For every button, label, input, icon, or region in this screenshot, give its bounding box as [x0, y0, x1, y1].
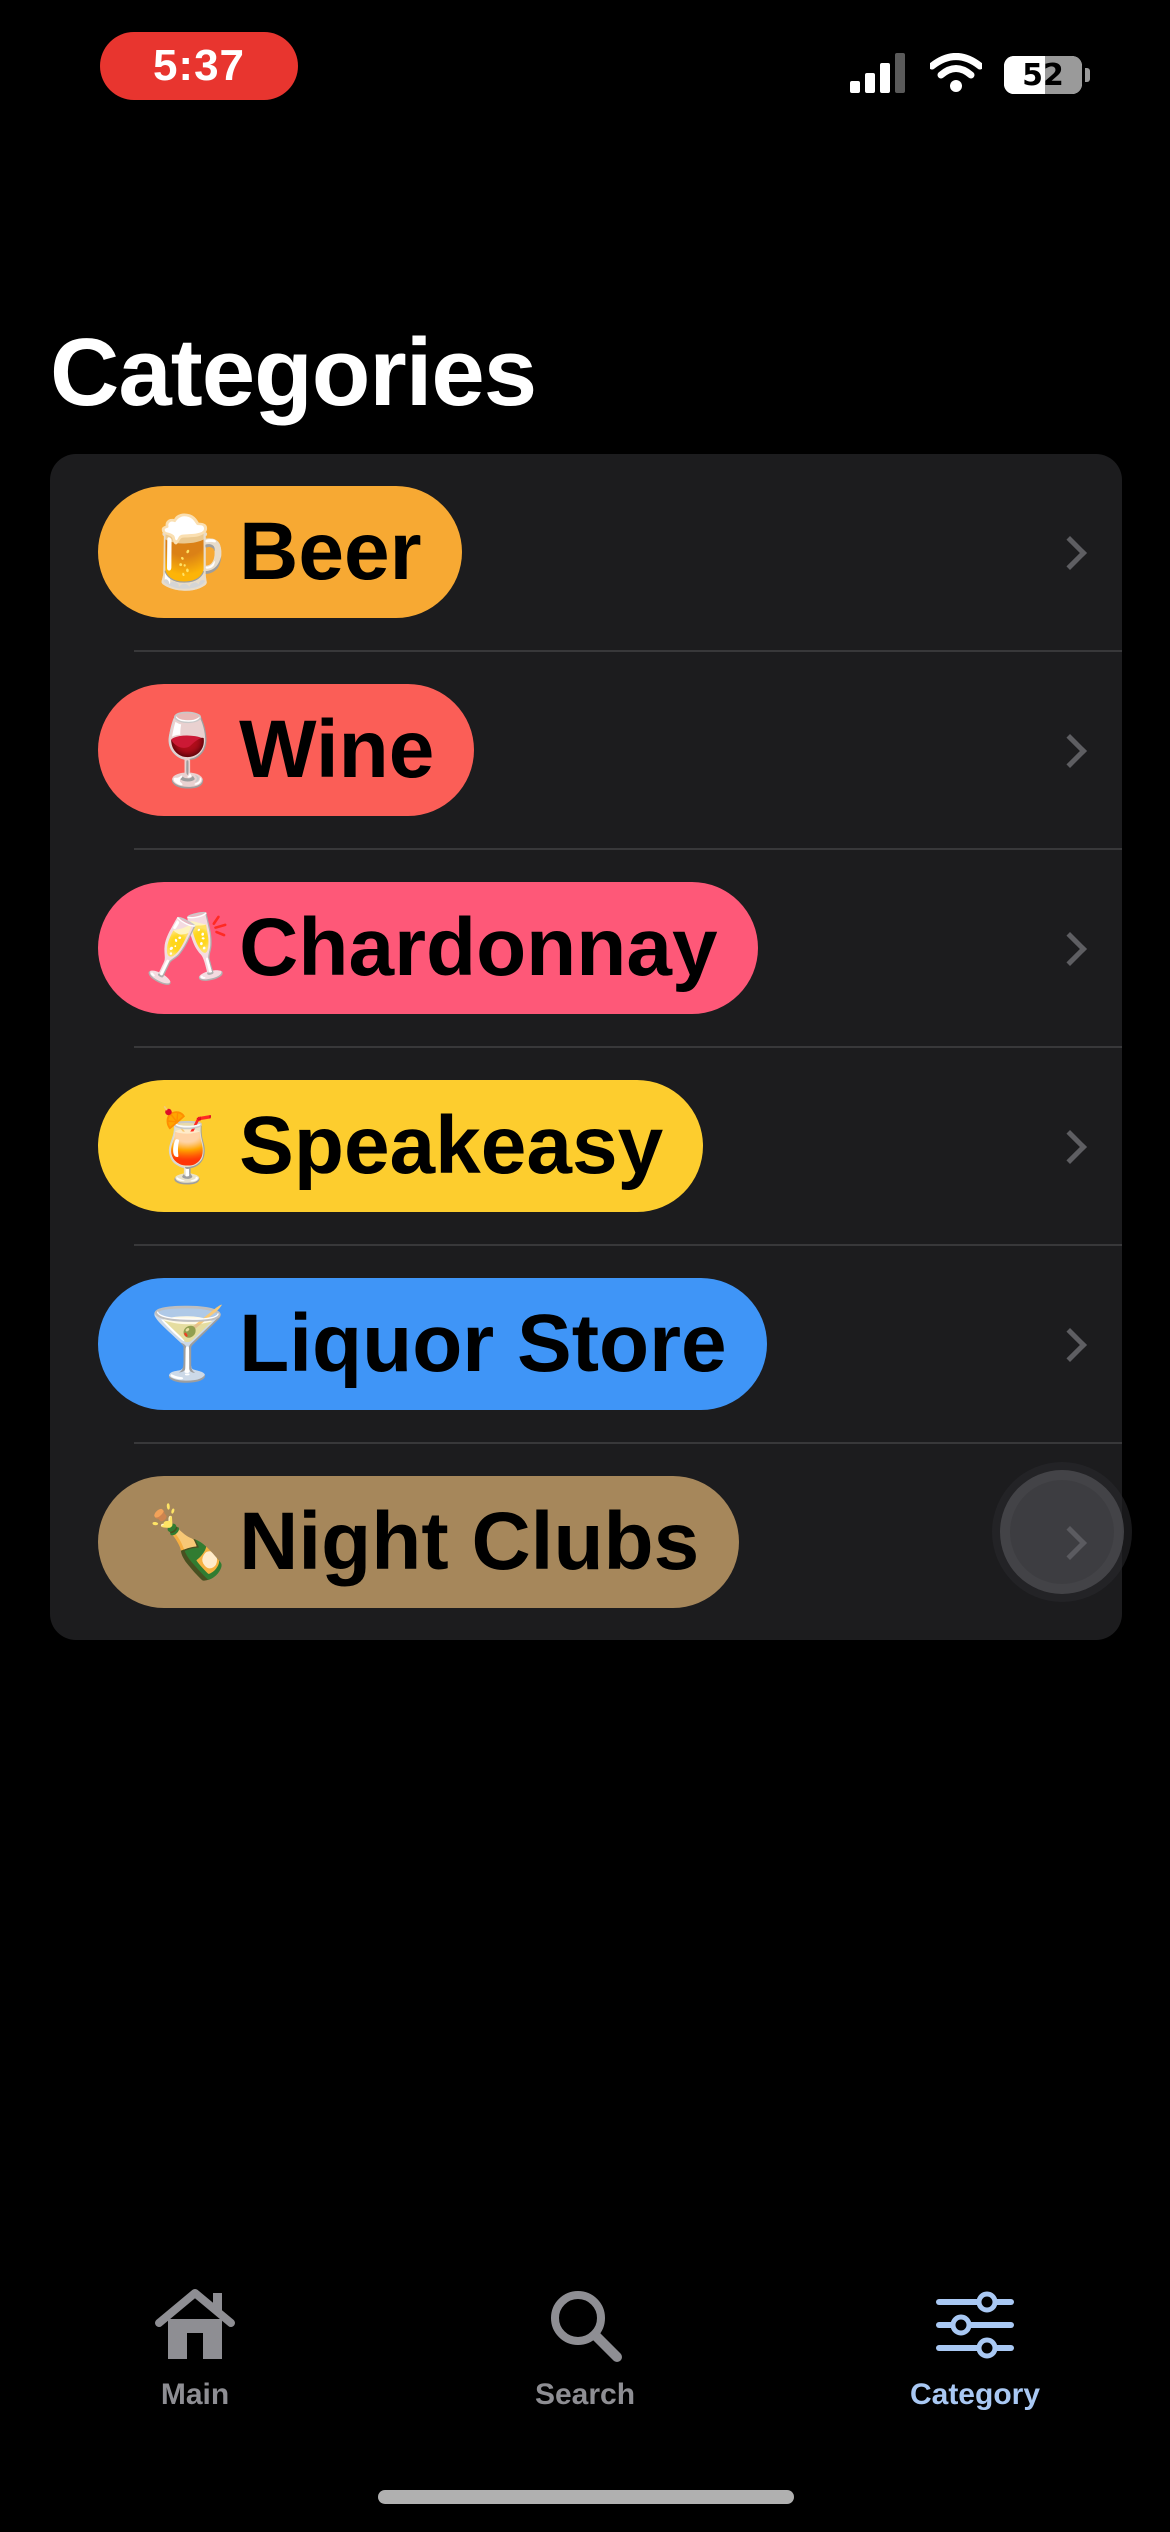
category-list: 🍺 Beer 🍷 Wine 🥂 Chardonnay 🍹 Speakeasy 🍸 Liquor S…	[50, 454, 1122, 1640]
touch-indicator	[1000, 1470, 1124, 1594]
category-label: Speakeasy	[239, 1100, 664, 1191]
category-emoji-icon: 🥂	[144, 906, 232, 989]
house-icon	[150, 2280, 240, 2370]
category-emoji-icon: 🍾	[144, 1500, 232, 1583]
category-row-liquor-store[interactable]: 🍸 Liquor Store	[50, 1246, 1122, 1444]
chevron-right-icon	[1053, 932, 1087, 966]
chevron-right-icon	[1053, 536, 1087, 570]
status-time-text: 5:37	[152, 41, 246, 90]
category-label: Beer	[239, 506, 422, 597]
battery-icon: 52	[1004, 56, 1082, 94]
wifi-icon	[928, 52, 984, 98]
page-title: Categories	[50, 319, 537, 426]
chevron-right-icon	[1053, 1130, 1087, 1164]
category-emoji-icon: 🍹	[144, 1104, 232, 1187]
cellular-signal-icon	[850, 52, 908, 98]
category-pill: 🍹 Speakeasy	[98, 1080, 704, 1212]
magnifying-glass-icon	[540, 2280, 630, 2370]
tab-search-label: Search	[534, 2378, 636, 2411]
tab-main[interactable]: Main	[0, 2280, 390, 2450]
status-time: 5:37	[100, 32, 298, 100]
category-row-night-clubs[interactable]: 🍾 Night Clubs	[50, 1444, 1122, 1640]
battery-percent: 52	[1022, 57, 1064, 93]
category-pill: 🍾 Night Clubs	[98, 1476, 740, 1608]
category-pill: 🥂 Chardonnay	[98, 882, 758, 1014]
category-pill: 🍷 Wine	[98, 684, 475, 816]
category-pill: 🍺 Beer	[98, 486, 462, 618]
tab-search[interactable]: Search	[390, 2280, 780, 2450]
category-label: Night Clubs	[239, 1496, 700, 1587]
category-pill: 🍸 Liquor Store	[98, 1278, 767, 1410]
category-label: Liquor Store	[239, 1298, 727, 1389]
category-row-speakeasy[interactable]: 🍹 Speakeasy	[50, 1048, 1122, 1246]
tab-category[interactable]: Category	[780, 2280, 1170, 2450]
category-row-beer[interactable]: 🍺 Beer	[50, 454, 1122, 652]
tab-category-label: Category	[909, 2378, 1041, 2411]
battery-tip	[1085, 68, 1090, 82]
category-label: Wine	[239, 704, 435, 795]
category-emoji-icon: 🍺	[144, 510, 232, 593]
category-row-chardonnay[interactable]: 🥂 Chardonnay	[50, 850, 1122, 1048]
screen: 5:37 52 Categories 🍺 Beer 🍷 Wine 🥂 Chard…	[0, 0, 1170, 2532]
chevron-right-icon	[1053, 734, 1087, 768]
status-icons: 52	[850, 50, 1090, 100]
category-emoji-icon: 🍸	[144, 1302, 232, 1385]
chevron-right-icon	[1053, 1328, 1087, 1362]
category-row-wine[interactable]: 🍷 Wine	[50, 652, 1122, 850]
tab-main-label: Main	[160, 2378, 230, 2411]
category-emoji-icon: 🍷	[144, 708, 232, 791]
home-indicator	[378, 2490, 794, 2504]
tab-bar: Main Search Category	[0, 2280, 1170, 2450]
category-label: Chardonnay	[239, 902, 718, 993]
sliders-icon	[930, 2280, 1020, 2370]
